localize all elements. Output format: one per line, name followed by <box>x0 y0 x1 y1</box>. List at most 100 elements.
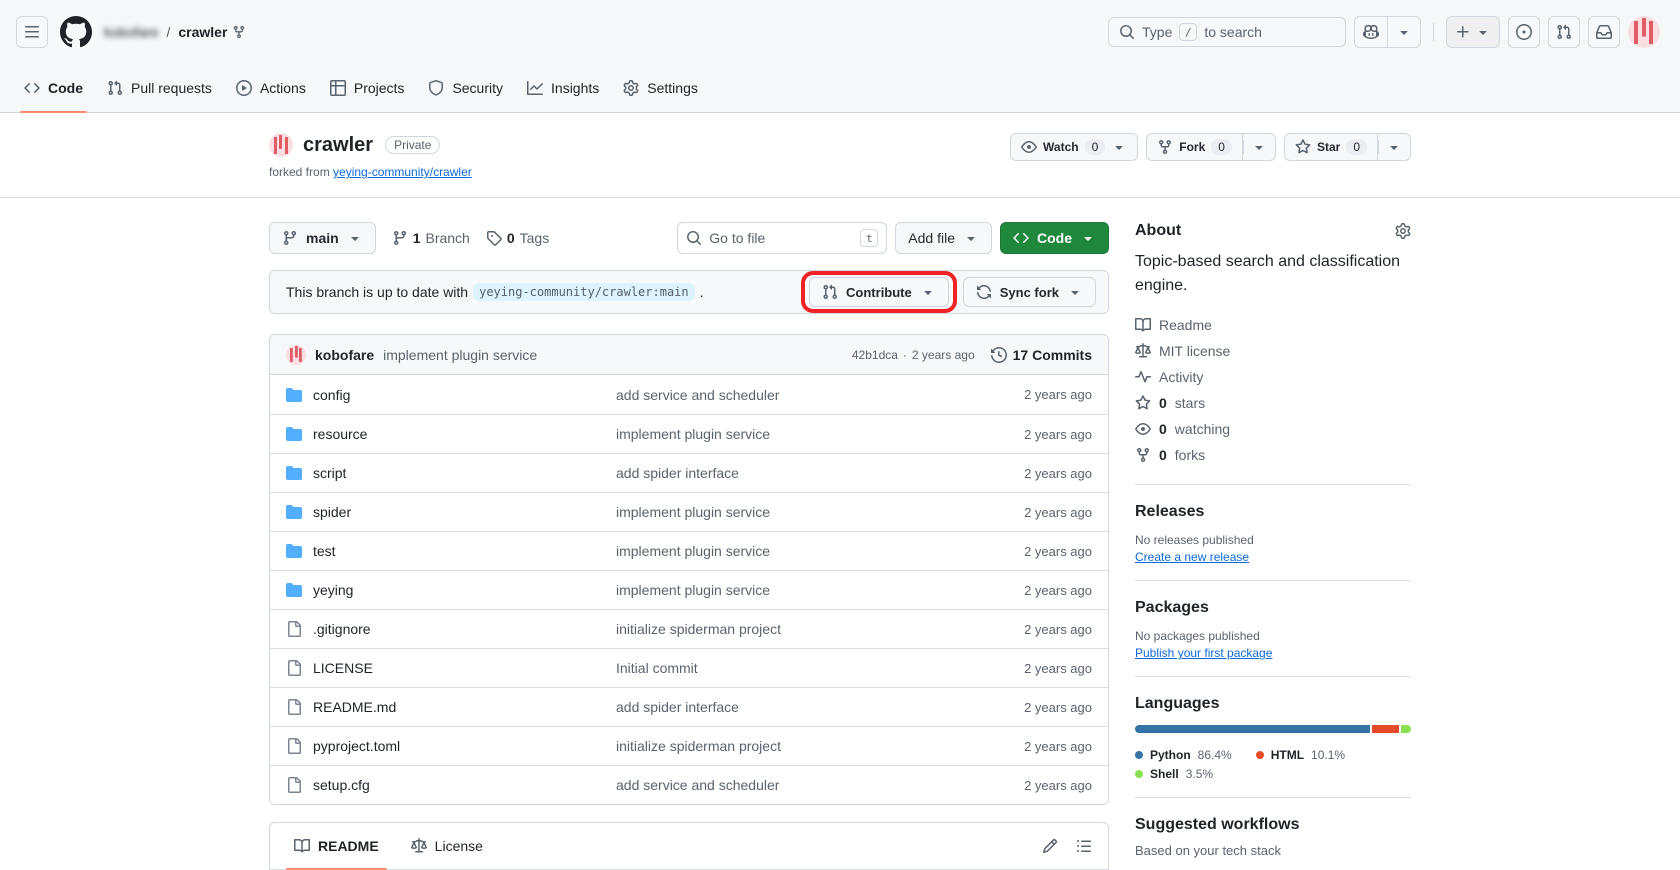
language-bar-shell[interactable] <box>1401 725 1411 733</box>
file-name-link[interactable]: spider <box>313 504 351 520</box>
github-logo-icon[interactable] <box>60 16 92 48</box>
branches-link[interactable]: 1 Branch <box>392 230 470 246</box>
tab-license[interactable]: License <box>395 823 499 869</box>
tab-pull-requests[interactable]: Pull requests <box>95 64 224 112</box>
gear-icon[interactable] <box>1395 223 1411 239</box>
table-row[interactable]: config add service and scheduler 2 years… <box>270 375 1108 414</box>
repo-owner-avatar[interactable] <box>269 133 293 157</box>
table-row[interactable]: script add spider interface 2 years ago <box>270 453 1108 492</box>
hamburger-menu-button[interactable] <box>16 16 48 48</box>
commit-author-avatar[interactable] <box>286 345 306 365</box>
graph-icon <box>527 80 543 96</box>
language-shell[interactable]: Shell 3.5% <box>1135 767 1213 781</box>
file-commit-message[interactable]: implement plugin service <box>616 543 962 559</box>
file-commit-message[interactable]: add service and scheduler <box>616 777 962 793</box>
pull-requests-button[interactable] <box>1548 16 1580 48</box>
publish-package-link[interactable]: Publish your first package <box>1135 646 1272 660</box>
pencil-icon[interactable] <box>1042 838 1058 854</box>
sidebar-item-readme[interactable]: Readme <box>1135 312 1411 338</box>
tab-settings[interactable]: Settings <box>611 64 710 112</box>
sidebar-item-stars[interactable]: 0 stars <box>1135 390 1411 416</box>
breadcrumb-repo[interactable]: crawler <box>178 24 246 40</box>
tab-projects[interactable]: Projects <box>318 64 417 112</box>
tab-insights[interactable]: Insights <box>515 64 611 112</box>
table-row[interactable]: spider implement plugin service 2 years … <box>270 492 1108 531</box>
star-dropdown-button[interactable] <box>1378 133 1411 161</box>
create-new-button[interactable] <box>1446 16 1500 48</box>
language-bar-html[interactable] <box>1372 725 1399 733</box>
table-row[interactable]: test implement plugin service 2 years ag… <box>270 531 1108 570</box>
file-commit-message[interactable]: implement plugin service <box>616 582 962 598</box>
file-name-link[interactable]: yeying <box>313 582 353 598</box>
file-name-link[interactable]: setup.cfg <box>313 777 370 793</box>
file-commit-message[interactable]: initialize spiderman project <box>616 621 962 637</box>
create-release-link[interactable]: Create a new release <box>1135 550 1249 564</box>
table-row[interactable]: .gitignore initialize spiderman project … <box>270 609 1108 648</box>
file-commit-message[interactable]: initialize spiderman project <box>616 738 962 754</box>
outline-list-icon[interactable] <box>1076 838 1092 854</box>
file-name-link[interactable]: pyproject.toml <box>313 738 400 754</box>
file-name-link[interactable]: script <box>313 465 346 481</box>
file-commit-message[interactable]: implement plugin service <box>616 426 962 442</box>
copilot-button[interactable] <box>1355 17 1387 47</box>
commit-meta[interactable]: 42b1dca · 2 years ago <box>852 348 975 362</box>
inbox-button[interactable] <box>1588 16 1620 48</box>
file-name-link[interactable]: LICENSE <box>313 660 373 676</box>
language-html[interactable]: HTML 10.1% <box>1256 748 1345 762</box>
sync-fork-button[interactable]: Sync fork <box>963 277 1096 307</box>
tab-readme[interactable]: README <box>278 823 395 869</box>
tags-link[interactable]: 0 Tags <box>486 230 549 246</box>
file-name-link[interactable]: resource <box>313 426 367 442</box>
commit-history-link[interactable]: 17 Commits <box>991 347 1092 363</box>
git-branch-icon <box>282 230 298 246</box>
sidebar-item-license[interactable]: MIT license <box>1135 338 1411 364</box>
language-bar-python[interactable] <box>1135 725 1370 733</box>
fork-button[interactable]: Fork 0 <box>1146 133 1243 161</box>
file-name-link[interactable]: README.md <box>313 699 396 715</box>
sidebar-item-forks[interactable]: 0 forks <box>1135 442 1411 468</box>
table-row[interactable]: README.md add spider interface 2 years a… <box>270 687 1108 726</box>
header-top: kobofare / crawler Type / to search <box>0 0 1680 64</box>
file-commit-message[interactable]: Initial commit <box>616 660 962 676</box>
fork-dropdown-button[interactable] <box>1243 133 1276 161</box>
watch-button[interactable]: Watch 0 <box>1010 133 1138 161</box>
releases-empty-text: No releases published <box>1135 533 1411 547</box>
user-avatar[interactable] <box>1628 16 1660 48</box>
add-file-button[interactable]: Add file <box>895 222 992 254</box>
breadcrumb-owner[interactable]: kobofare <box>104 24 158 40</box>
contribute-button[interactable]: Contribute <box>809 277 949 307</box>
code-dropdown-button[interactable]: Code <box>1000 222 1109 254</box>
file-name-link[interactable]: test <box>313 543 336 559</box>
table-row[interactable]: setup.cfg add service and scheduler 2 ye… <box>270 765 1108 804</box>
repo-name[interactable]: crawler <box>303 134 373 157</box>
commit-message[interactable]: implement plugin service <box>383 347 537 363</box>
file-commit-time: 2 years ago <box>962 778 1092 793</box>
tab-code[interactable]: Code <box>12 64 95 112</box>
issues-button[interactable] <box>1508 16 1540 48</box>
sidebar-item-watching[interactable]: 0 watching <box>1135 416 1411 442</box>
breadcrumb-separator: / <box>166 24 170 40</box>
commit-author[interactable]: kobofare <box>315 347 374 363</box>
file-commit-message[interactable]: add service and scheduler <box>616 387 962 403</box>
tab-actions[interactable]: Actions <box>224 64 318 112</box>
table-row[interactable]: yeying implement plugin service 2 years … <box>270 570 1108 609</box>
file-commit-message[interactable]: add spider interface <box>616 699 962 715</box>
table-row[interactable]: pyproject.toml initialize spiderman proj… <box>270 726 1108 765</box>
file-commit-message[interactable]: add spider interface <box>616 465 962 481</box>
go-to-file-input[interactable] <box>709 230 853 246</box>
star-button[interactable]: Star 0 <box>1284 133 1378 161</box>
global-search[interactable]: Type / to search <box>1108 17 1346 47</box>
forked-from-link[interactable]: yeying-community/crawler <box>333 165 472 179</box>
table-row[interactable]: resource implement plugin service 2 year… <box>270 414 1108 453</box>
sidebar-item-activity[interactable]: Activity <box>1135 364 1411 390</box>
language-python[interactable]: Python 86.4% <box>1135 748 1232 762</box>
copilot-dropdown-button[interactable] <box>1387 17 1420 47</box>
table-row[interactable]: LICENSE Initial commit 2 years ago <box>270 648 1108 687</box>
file-name-link[interactable]: .gitignore <box>313 621 371 637</box>
commit-sha[interactable]: 42b1dca <box>852 348 898 362</box>
file-name-link[interactable]: config <box>313 387 350 403</box>
branch-selector-button[interactable]: main <box>269 222 376 254</box>
app-header: kobofare / crawler Type / to search <box>0 0 1680 113</box>
file-commit-message[interactable]: implement plugin service <box>616 504 962 520</box>
tab-security[interactable]: Security <box>416 64 515 112</box>
